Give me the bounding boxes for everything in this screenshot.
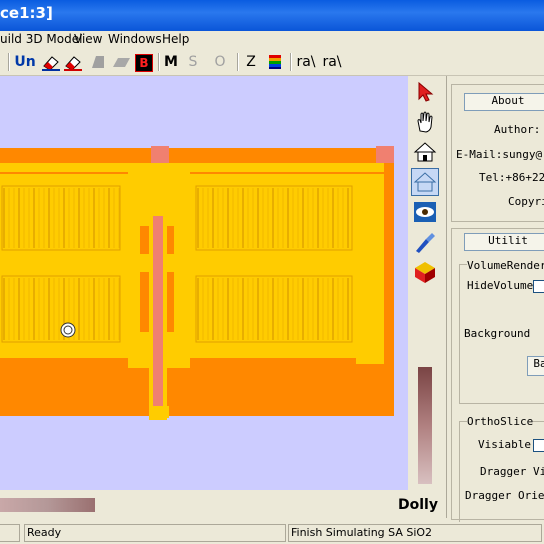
- seek-flashlight-icon[interactable]: [411, 228, 439, 256]
- layer-gray-icon[interactable]: [110, 52, 132, 72]
- tel-text: Tel:+86+22-: [479, 171, 544, 184]
- menu-windows[interactable]: Windows: [108, 32, 162, 46]
- status-pane-left: [0, 524, 20, 542]
- hide-volume-checkbox[interactable]: [533, 280, 544, 293]
- right-panel: About Author: Σ E-Mail:sungy@rc Tel:+86+…: [446, 76, 544, 523]
- dolly-thumbwheel[interactable]: [418, 367, 432, 484]
- home-icon[interactable]: [411, 138, 439, 166]
- menu-help[interactable]: Help: [162, 32, 189, 46]
- s-button[interactable]: S: [184, 52, 202, 72]
- utility-button[interactable]: Utilit: [464, 233, 544, 251]
- ortho-slice-label: OrthoSlice: [467, 415, 534, 428]
- email-text: E-Mail:sungy@rc: [456, 148, 544, 161]
- status-ready: Ready: [24, 524, 286, 542]
- menu-view[interactable]: View: [74, 32, 102, 46]
- hand-pan-icon[interactable]: [411, 108, 439, 136]
- menu-build-3d-model[interactable]: uild 3D Model: [0, 32, 82, 46]
- eraser-red-icon[interactable]: [40, 52, 62, 72]
- toolbar-separator: [237, 53, 239, 71]
- mems-device-render: [0, 146, 394, 420]
- background-label: Background: [464, 327, 531, 340]
- status-message: Finish Simulating SA SiO2: [288, 524, 542, 542]
- select-arrow-icon[interactable]: [411, 78, 439, 106]
- b-button[interactable]: B: [135, 52, 153, 72]
- toolbar-separator: [8, 53, 10, 71]
- un-button[interactable]: Un: [13, 52, 37, 72]
- set-home-icon[interactable]: [411, 168, 439, 196]
- window-title: ce1:3]: [0, 4, 53, 22]
- raw-button-2[interactable]: ra\: [320, 52, 344, 72]
- frame-top-bar: [0, 163, 384, 172]
- view-all-eye-icon[interactable]: [411, 198, 439, 226]
- volume-rendering-label: VolumeRenderi: [467, 259, 544, 272]
- menu-bar: uild 3D Model View Windows Help: [0, 31, 544, 49]
- anchor-pad-top-center: [151, 146, 169, 163]
- title-bar: ce1:3]: [0, 0, 544, 31]
- status-bar: Ready Finish Simulating SA SiO2: [0, 522, 544, 544]
- hide-volume-label: HideVolume: [467, 279, 534, 292]
- color-bars-icon[interactable]: [264, 52, 286, 72]
- shape-gray-icon[interactable]: [88, 52, 108, 72]
- eraser-icon[interactable]: [62, 52, 84, 72]
- dolly-label: Dolly: [398, 497, 438, 513]
- dragger-visible-label: Dragger Vis: [480, 465, 544, 478]
- m-button[interactable]: M: [162, 52, 180, 72]
- central-bar: [0, 254, 370, 268]
- dragger-orientation-label: Dragger Orien: [465, 489, 544, 502]
- z-button[interactable]: Z: [242, 52, 260, 72]
- raw-button-1[interactable]: ra\: [294, 52, 318, 72]
- anchor-pad-bottom: [151, 406, 169, 418]
- author-text: Author: Σ: [494, 123, 544, 136]
- visiable-label: Visiable: [478, 438, 531, 451]
- toolbar: Un B M S O Z ra\ ra\: [0, 49, 544, 76]
- background-color-button[interactable]: Ba: [527, 356, 544, 376]
- copyright-text: Copyri: [508, 195, 544, 208]
- toolbar-separator: [158, 53, 160, 71]
- view-tools: [408, 76, 444, 490]
- projection-cube-icon[interactable]: [411, 258, 439, 286]
- o-button[interactable]: O: [211, 52, 229, 72]
- viewport-3d[interactable]: [0, 76, 408, 490]
- rotate-cursor-icon: [60, 322, 76, 338]
- visiable-checkbox[interactable]: [533, 439, 544, 452]
- b-button-label: B: [135, 54, 153, 72]
- anchor-pad-top-right: [376, 146, 394, 163]
- rotate-thumbwheel[interactable]: [0, 498, 95, 512]
- stem-anchor: [153, 216, 163, 416]
- about-button[interactable]: About: [464, 93, 544, 111]
- toolbar-separator: [290, 53, 292, 71]
- right-frame: [356, 174, 384, 364]
